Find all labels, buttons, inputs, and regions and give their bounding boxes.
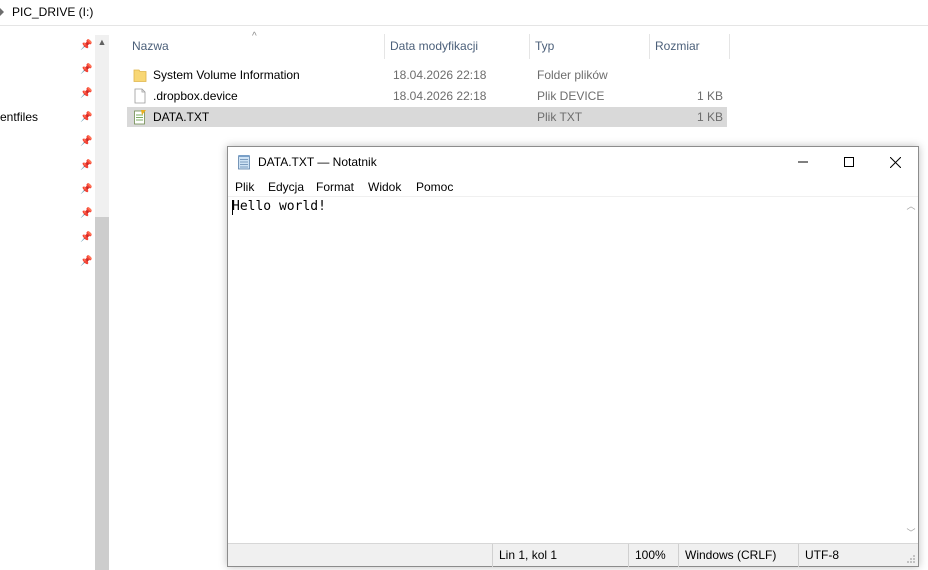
nav-item-label[interactable]: entfiles [0, 110, 38, 124]
menu-edit[interactable]: Edycja [268, 180, 304, 194]
column-header-date[interactable]: Data modyfikacji [385, 34, 530, 59]
file-icon [134, 88, 146, 104]
maximize-button[interactable] [826, 147, 872, 177]
notepad-window[interactable]: DATA.TXT — Notatnik Plik Edycja Format W… [227, 146, 919, 567]
file-row-data-txt[interactable]: DATA.TXT Plik TXT 1 KB [127, 107, 727, 127]
minimize-icon [798, 161, 808, 163]
nav-scrollbar-thumb[interactable] [95, 217, 109, 570]
pin-icon[interactable]: 📌 [80, 232, 92, 244]
pin-icon[interactable]: 📌 [80, 112, 92, 124]
menu-format[interactable]: Format [316, 180, 354, 194]
pin-icon[interactable]: 📌 [80, 160, 92, 172]
scroll-up-icon[interactable]: ︿ [904, 199, 918, 213]
text-file-icon [134, 110, 146, 125]
folder-icon [133, 69, 147, 82]
breadcrumb-drive-label[interactable]: PIC_DRIVE (I:) [12, 5, 93, 19]
status-line-ending: Windows (CRLF) [678, 544, 798, 567]
menu-file[interactable]: Plik [235, 180, 254, 194]
notepad-titlebar[interactable]: DATA.TXT — Notatnik [228, 147, 918, 177]
file-name: .dropbox.device [153, 89, 238, 103]
file-type: Plik TXT [537, 110, 583, 124]
file-name: System Volume Information [153, 68, 300, 82]
minimize-button[interactable] [780, 147, 826, 177]
address-breadcrumb[interactable]: PIC_DRIVE (I:) [0, 0, 928, 26]
notepad-text-area[interactable]: Hello world! [228, 197, 904, 542]
file-type: Plik DEVICE [537, 89, 605, 103]
pin-icon[interactable]: 📌 [80, 40, 92, 52]
file-row-system-volume-information[interactable]: System Volume Information 18.04.2026 22:… [127, 65, 727, 85]
file-name: DATA.TXT [153, 110, 210, 124]
navigation-pane: entfiles 📌 📌 📌 📌 📌 📌 📌 📌 📌 📌 ▲ [0, 27, 110, 570]
text-caret [232, 200, 233, 215]
menu-help[interactable]: Pomoc [416, 180, 453, 194]
notepad-app-icon [238, 155, 250, 170]
pin-icon[interactable]: 📌 [80, 64, 92, 76]
status-zoom: 100% [628, 544, 678, 567]
column-header-size[interactable]: Rozmiar [650, 34, 730, 59]
column-header-type[interactable]: Typ [530, 34, 650, 59]
column-header-name[interactable]: Nazwa [127, 34, 385, 59]
notepad-menubar: Plik Edycja Format Widok Pomoc [228, 177, 918, 197]
file-size: 1 KB [696, 89, 723, 103]
file-type: Folder plików [537, 68, 608, 82]
pin-icon[interactable]: 📌 [80, 88, 92, 100]
breadcrumb-chevron-icon[interactable] [0, 8, 4, 16]
menu-view[interactable]: Widok [368, 180, 401, 194]
editor-vertical-scrollbar[interactable]: ︿ ﹀ [904, 197, 918, 542]
scroll-up-arrow-icon[interactable]: ▲ [95, 35, 109, 49]
notepad-statusbar: Lin 1, kol 1 100% Windows (CRLF) UTF-8 [228, 543, 918, 567]
pin-icon[interactable]: 📌 [80, 184, 92, 196]
close-button[interactable] [872, 147, 918, 177]
maximize-icon [844, 157, 854, 167]
pin-icon[interactable]: 📌 [80, 136, 92, 148]
resize-grip-icon[interactable] [906, 554, 916, 564]
pin-icon[interactable]: 📌 [80, 256, 92, 268]
notepad-title: DATA.TXT — Notatnik [258, 155, 377, 169]
file-date: 18.04.2026 22:18 [393, 89, 487, 103]
status-encoding: UTF-8 [798, 544, 908, 567]
close-icon [889, 156, 901, 168]
scroll-down-icon[interactable]: ﹀ [904, 526, 918, 540]
status-cursor-position: Lin 1, kol 1 [492, 544, 628, 567]
file-size: 1 KB [696, 110, 723, 124]
file-date: 18.04.2026 22:18 [393, 68, 487, 82]
document-text[interactable]: Hello world! [232, 199, 326, 214]
file-row-dropbox-device[interactable]: .dropbox.device 18.04.2026 22:18 Plik DE… [127, 86, 727, 106]
pin-icon[interactable]: 📌 [80, 208, 92, 220]
